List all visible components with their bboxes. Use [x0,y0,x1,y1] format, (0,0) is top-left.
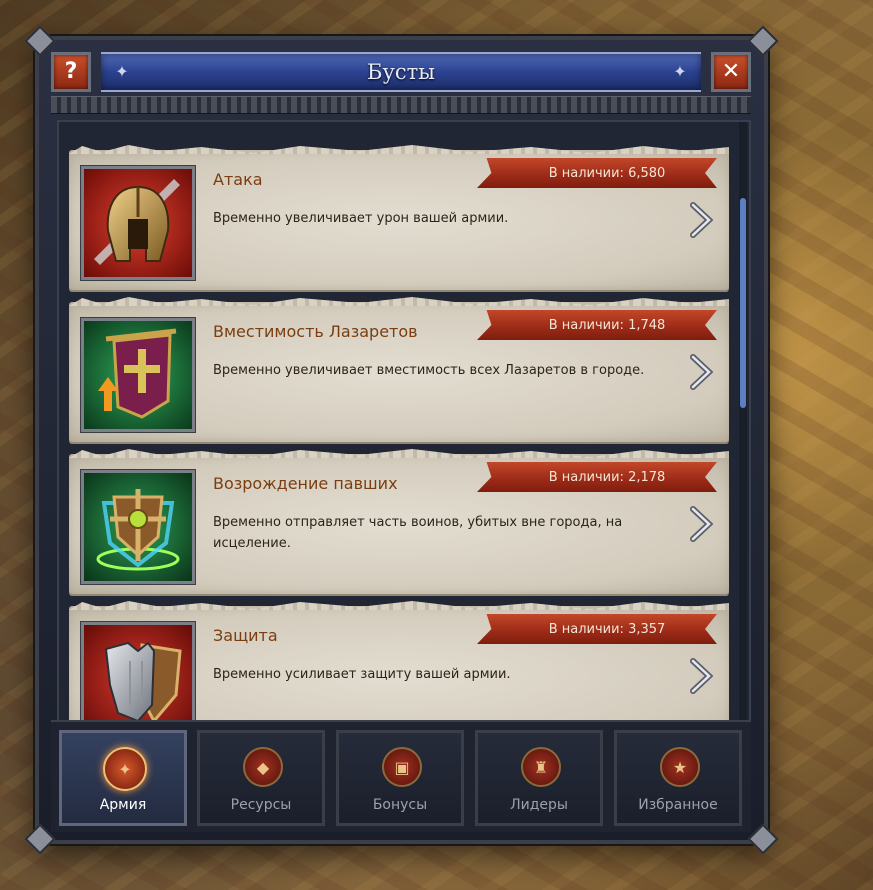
availability-banner: В наличии: 6,580 [477,158,717,188]
boost-card-infirmary[interactable]: В наличии: 1,748 Вместимость Лазаретов В… [69,302,729,442]
corner-ornament [747,823,779,855]
boost-card-revival[interactable]: В наличии: 2,178 Возрождение павших Врем… [69,454,729,594]
availability-banner: В наличии: 2,178 [477,462,717,492]
boost-list[interactable]: В наличии: 6,580 Атака Временно увеличив… [57,120,751,724]
tab-favorites[interactable]: ★ Избранное [614,730,742,826]
help-button[interactable]: ? [51,52,91,92]
resources-icon: ◆ [243,747,283,787]
chevron-right-icon[interactable] [687,658,715,694]
availability-count: В наличии: 2,178 [548,469,666,485]
tab-bonuses[interactable]: ▣ Бонусы [336,730,464,826]
helmet-icon [81,166,195,280]
category-tabbar: ✦ Армия ◆ Ресурсы ▣ Бонусы ♜ Лидеры ★ Из… [51,720,751,832]
availability-count: В наличии: 3,357 [548,621,666,637]
pegasus-right-icon: ✦ [673,62,687,81]
boost-title: Защита [213,626,278,645]
scroll-thumb[interactable] [740,198,746,408]
bonuses-icon: ▣ [382,747,422,787]
boost-card-attack[interactable]: В наличии: 6,580 Атака Временно увеличив… [69,150,729,290]
tab-resources[interactable]: ◆ Ресурсы [197,730,325,826]
boosts-dialog: ? ✦ Бусты ✦ ✕ В наличии: 6,580 Атака Вре… [24,25,779,855]
scrollbar[interactable] [739,122,747,722]
boost-description: Временно усиливает защиту вашей армии. [213,667,511,682]
close-button[interactable]: ✕ [711,52,751,92]
dialog-title: Бусты [367,60,435,84]
boost-description: Временно отправляет часть воинов, убитых… [213,515,623,551]
tab-leaders[interactable]: ♜ Лидеры [475,730,603,826]
boost-card-defense[interactable]: В наличии: 3,357 Защита Временно усилива… [69,606,729,722]
boost-description: Временно увеличивает урон вашей армии. [213,211,509,226]
boost-title: Возрождение павших [213,474,398,493]
boost-title: Вместимость Лазаретов [213,322,418,341]
title-bar: ? ✦ Бусты ✦ ✕ [51,50,751,92]
boost-description: Временно увеличивает вместимость всех Ла… [213,363,645,378]
tab-army[interactable]: ✦ Армия [59,730,187,826]
favorites-icon: ★ [660,747,700,787]
availability-count: В наличии: 1,748 [548,317,666,333]
chevron-right-icon[interactable] [687,506,715,542]
tab-label: Армия [99,797,147,813]
title-banner: ✦ Бусты ✦ [101,52,701,92]
armor-icon [81,622,195,722]
tab-label: Бонусы [372,797,428,813]
chevron-right-icon[interactable] [687,354,715,390]
tab-label: Ресурсы [230,797,292,813]
army-icon: ✦ [103,747,147,791]
tab-label: Избранное [638,797,718,813]
leaders-icon: ♜ [521,747,561,787]
boost-title: Атака [213,170,263,189]
availability-banner: В наличии: 1,748 [477,310,717,340]
banner-icon [81,318,195,432]
tab-label: Лидеры [510,797,568,813]
chevron-right-icon[interactable] [687,202,715,238]
corner-ornament [747,25,779,57]
chain-divider [51,96,751,114]
availability-banner: В наличии: 3,357 [477,614,717,644]
availability-count: В наличии: 6,580 [548,165,666,181]
revive-shield-icon [81,470,195,584]
